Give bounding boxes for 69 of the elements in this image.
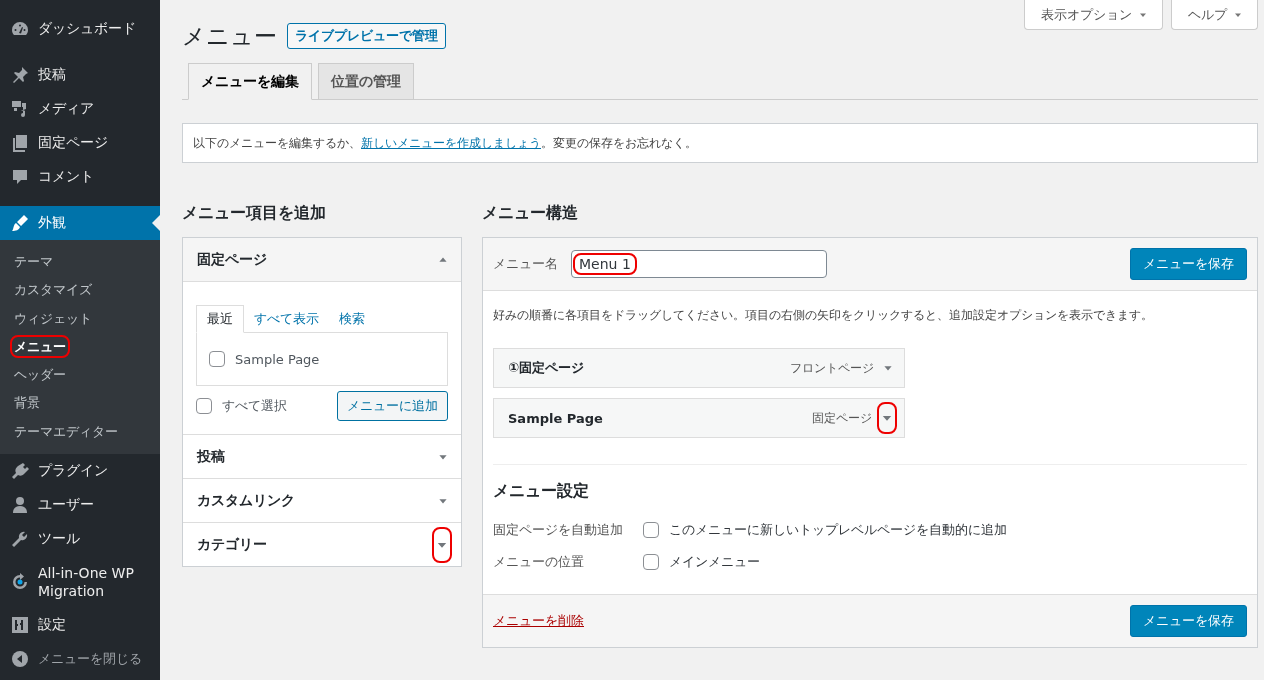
tab[interactable]: 最近	[196, 305, 244, 333]
menu-item-title: Sample Page	[508, 410, 603, 426]
submenu-item[interactable]: メニュー	[0, 332, 160, 362]
accordion-title[interactable]: カスタムリンク	[197, 491, 295, 510]
setting-label: メニューの位置	[493, 553, 585, 571]
live-preview-button[interactable]: ライブプレビューで管理	[287, 23, 446, 49]
collapse-icon	[10, 649, 30, 670]
tab[interactable]: すべて表示	[244, 306, 329, 332]
settings-heading: メニュー設定	[493, 481, 590, 502]
menu-item-bar[interactable]: ①固定ページ フロントページ	[493, 348, 905, 388]
checkbox[interactable]	[643, 554, 659, 570]
field-label: メニュー名	[493, 255, 558, 273]
menu-item-type: フロントページ	[790, 359, 874, 377]
delete-menu-link[interactable]: メニューを削除	[493, 612, 584, 630]
submenu-item[interactable]: 背景	[0, 389, 160, 418]
instructions-text: 好みの順番に各項目をドラッグしてください。項目の右側の矢印をクリックすると、追加設定オプションを表示できます。	[493, 307, 1154, 324]
caret-down-icon[interactable]	[880, 405, 894, 431]
checkbox-label: Sample Page	[235, 351, 320, 367]
plug-icon	[10, 461, 30, 482]
menu-item-type: 固定ページ	[812, 409, 872, 427]
caret-down-icon[interactable]	[435, 529, 449, 560]
wrench-icon	[10, 529, 30, 550]
sidebar-item[interactable]: 設定	[0, 608, 160, 643]
setting-label: 固定ページを自動追加	[493, 521, 624, 539]
section-heading: メニュー項目を追加	[182, 203, 327, 223]
save-menu-button[interactable]: メニューを保存	[1130, 605, 1247, 637]
sidebar-item[interactable]: ダッシュボード	[0, 12, 160, 46]
sidebar-item[interactable]: All-in-One WP Migration	[0, 556, 160, 609]
add-to-menu-button[interactable]: メニューに追加	[337, 391, 448, 421]
submenu-item[interactable]: ヘッダー	[0, 361, 160, 390]
sidebar-item[interactable]: コメント	[0, 160, 160, 194]
accordion-title[interactable]: カテゴリー	[197, 535, 267, 554]
page-title: メニュー	[182, 21, 277, 51]
checkbox[interactable]	[196, 398, 212, 414]
brush-icon	[10, 213, 30, 233]
collapse-menu-button[interactable]: メニューを閉じる	[0, 642, 160, 677]
accordion-title[interactable]: 固定ページ	[197, 250, 267, 269]
sidebar-item[interactable]: 固定ページ	[0, 126, 160, 160]
tab[interactable]: 位置の管理	[318, 63, 414, 99]
accordion-title[interactable]: 投稿	[197, 447, 225, 466]
help-button[interactable]: ヘルプ	[1171, 0, 1258, 30]
sidebar-item[interactable]: ユーザー	[0, 488, 160, 523]
submenu-item[interactable]: テーマ	[0, 248, 160, 277]
person-icon	[10, 495, 30, 516]
submenu-item[interactable]: テーマエディター	[0, 417, 160, 447]
pages-icon	[10, 133, 30, 153]
checkbox[interactable]	[209, 351, 225, 367]
screen-options-button[interactable]: 表示オプション	[1024, 0, 1163, 30]
sidebar-item[interactable]: ツール	[0, 522, 160, 557]
menu-item-bar[interactable]: Sample Page 固定ページ	[493, 398, 905, 438]
sidebar-item[interactable]: 外観	[0, 206, 160, 240]
create-menu-link[interactable]: 新しいメニューを作成しましょう	[361, 136, 541, 150]
submenu-item[interactable]: ウィジェット	[0, 304, 160, 333]
menu-name-field[interactable]: Menu 1	[571, 250, 827, 278]
menu-item-title: ①固定ページ	[508, 359, 584, 377]
save-menu-button[interactable]: メニューを保存	[1130, 248, 1247, 280]
checkbox-label: すべて選択	[222, 397, 287, 415]
sidebar-item[interactable]: プラグイン	[0, 454, 160, 489]
checkbox[interactable]	[643, 522, 659, 538]
checkbox-label: このメニューに新しいトップレベルページを自動的に追加	[669, 521, 1007, 539]
sidebar-item[interactable]: メディア	[0, 92, 160, 126]
comment-icon	[10, 167, 30, 187]
sidebar-item[interactable]: 投稿	[0, 58, 160, 92]
notice-text: 以下のメニューを編集するか、新しいメニューを作成しましょう。変更の保存をお忘れなく。	[182, 123, 1258, 163]
checkbox-label: メインメニュー	[669, 553, 760, 571]
section-heading: メニュー構造	[482, 203, 579, 223]
tab[interactable]: メニューを編集	[188, 63, 312, 100]
submenu-item[interactable]: カスタマイズ	[0, 276, 160, 305]
tab[interactable]: 検索	[329, 306, 375, 332]
